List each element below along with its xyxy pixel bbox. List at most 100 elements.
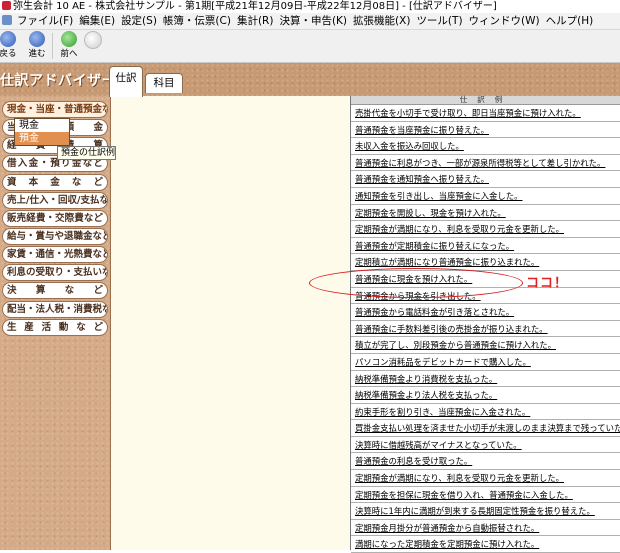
category-interest[interactable]: 利息の受取り・支払いなど: [2, 264, 108, 281]
menu-books[interactable]: 帳簿・伝票(C): [160, 13, 234, 29]
example-link[interactable]: 普通預金が定期積金に振り替えになった。: [355, 241, 514, 251]
window-title: 弥生会計 10 AE - 株式会社サンプル - 第1期[平成21年12月09日-…: [13, 1, 497, 12]
example-row[interactable]: 普通預金を当座預金に振り替えた。: [351, 122, 620, 139]
subcategory-dropdown[interactable]: 現金 預金: [14, 118, 70, 146]
menu-reports[interactable]: 集計(R): [234, 13, 277, 29]
back-button[interactable]: 戻る: [0, 31, 20, 59]
previous-label: 前へ: [60, 49, 78, 59]
category-capital[interactable]: 資本金など: [2, 174, 108, 191]
category-selling-expenses[interactable]: 販売経費・交際費など: [2, 210, 108, 227]
example-link[interactable]: 普通預金を当座預金に振り替えた。: [355, 125, 489, 135]
menu-help[interactable]: ヘルプ(H): [543, 13, 597, 29]
toolbar: 戻る 進む 前へ: [0, 30, 620, 63]
dropdown-item-deposit[interactable]: 預金: [15, 132, 69, 145]
example-link[interactable]: 売掛代金を小切手で受け取り、即日当座預金に預け入れた。: [355, 108, 581, 118]
example-row[interactable]: 普通預金から電話料金が引き落とされた。: [351, 304, 620, 321]
dropdown-item-cash[interactable]: 現金: [15, 119, 69, 132]
example-row[interactable]: 普通預金の利息を受け取った。: [351, 453, 620, 471]
example-row[interactable]: 通知預金を引き出し、当座預金に入金した。: [351, 188, 620, 205]
example-link[interactable]: 納税準備預金より法人税を支払った。: [355, 390, 497, 400]
forward-button[interactable]: 進む: [24, 31, 50, 59]
previous-button[interactable]: 前へ: [58, 31, 80, 59]
example-row[interactable]: 普通預金に利息がつき、一部が源泉所得税等として差し引かれた。: [351, 155, 620, 172]
category-rent-utilities[interactable]: 家賃・通信・光熱費など: [2, 246, 108, 263]
example-link[interactable]: パソコン消耗品をデビットカードで購入した。: [355, 357, 531, 367]
example-link[interactable]: 定期預金を開設し、現金を預け入れた。: [355, 208, 506, 218]
examples-header: 仕訳例: [351, 96, 620, 105]
category-dividends-taxes[interactable]: 配当・法人税・消費税など: [2, 301, 108, 318]
toolbar-separator: [52, 33, 53, 59]
example-link[interactable]: 普通預金に手数料差引後の売掛金が振り込まれた。: [355, 324, 548, 334]
tooltip: 預金の仕訳例: [57, 146, 116, 160]
category-closing[interactable]: 決算など: [2, 282, 108, 299]
annotation-ellipse: [309, 268, 523, 298]
example-link[interactable]: 約束手形を割り引き、当座預金に入金された。: [355, 407, 530, 417]
category-sidebar: 現金・当座・普通預金など 当座預金 経費精算 借入金・預り金など 資本金など 売…: [0, 96, 111, 550]
example-row[interactable]: 約束手形を割り引き、当座預金に入金された。: [351, 404, 620, 421]
window-titlebar: 弥生会計 10 AE - 株式会社サンプル - 第1期[平成21年12月09日-…: [0, 0, 620, 13]
example-row[interactable]: 決算時に借越残高がマイナスとなっていた。: [351, 437, 620, 454]
menu-file[interactable]: ファイル(F): [14, 13, 76, 29]
menu-bar: ファイル(F) 編集(E) 設定(S) 帳簿・伝票(C) 集計(R) 決算・申告(K) 拡張…: [0, 13, 620, 30]
back-arrow-icon: [0, 31, 16, 47]
example-link[interactable]: 普通預金から電話料金が引き落とされた。: [355, 307, 514, 317]
menu-edit[interactable]: 編集(E): [76, 13, 118, 29]
example-row[interactable]: 満期になった定期積金を定期預金に預け入れた。: [351, 536, 620, 553]
gray-circle-icon: [84, 31, 102, 49]
category-salaries[interactable]: 給与・賞与や退職金など: [2, 228, 108, 245]
example-row[interactable]: 普通預金が定期積金に振り替えになった。: [351, 238, 620, 255]
example-row[interactable]: 普通預金を通知預金へ振り替えた。: [351, 171, 620, 188]
tab-account[interactable]: 科目: [145, 73, 183, 93]
example-row[interactable]: 定期預金月掛分が普通預金から自動振替された。: [351, 520, 620, 537]
example-row[interactable]: 納税準備預金より法人税を支払った。: [351, 387, 620, 404]
example-row[interactable]: 納税準備預金より消費税を支払った。: [351, 371, 620, 388]
example-row[interactable]: 定期預金を開設し、現金を預け入れた。: [351, 205, 620, 222]
example-row[interactable]: 未収入金を振込み回収した。: [351, 138, 620, 155]
example-row[interactable]: 売掛代金を小切手で受け取り、即日当座預金に預け入れた。: [351, 105, 620, 122]
example-link[interactable]: 未収入金を振込み回収した。: [355, 141, 464, 151]
examples-rows: 売掛代金を小切手で受け取り、即日当座預金に預け入れた。 普通預金を当座預金に振り替…: [351, 105, 620, 553]
menu-closing[interactable]: 決算・申告(K): [276, 13, 350, 29]
app-icon: [2, 1, 11, 10]
example-link[interactable]: 定期預金が満期になり、利息を受取り元金を更新した。: [355, 473, 564, 483]
example-row[interactable]: パソコン消耗品をデビットカードで購入した。: [351, 354, 620, 371]
example-link[interactable]: 納税準備預金より消費税を支払った。: [355, 374, 497, 384]
example-link[interactable]: 積立が完了し、別段預金から普通預金に預け入れた。: [355, 340, 556, 350]
tab-journal[interactable]: 仕訳: [109, 66, 143, 97]
example-link[interactable]: 普通預金に利息がつき、一部が源泉所得税等として差し引かれた。: [355, 158, 605, 168]
example-link[interactable]: 定期預金月掛分が普通預金から自動振替された。: [355, 523, 539, 533]
example-row[interactable]: 積立が完了し、別段預金から普通預金に預け入れた。: [351, 337, 620, 354]
forward-arrow-icon: [29, 31, 45, 47]
example-link[interactable]: 買掛金支払い処理を済ませた小切手が未渡しのまま決算まで残っていた。: [355, 423, 620, 433]
example-link[interactable]: 定期預金を担保に現金を借り入れ、普通預金に入金した。: [355, 490, 573, 500]
menu-settings[interactable]: 設定(S): [118, 13, 160, 29]
example-link[interactable]: 決算時に借越残高がマイナスとなっていた。: [355, 440, 522, 450]
menu-extensions[interactable]: 拡張機能(X): [350, 13, 413, 29]
example-row[interactable]: 普通預金に手数料差引後の売掛金が振り込まれた。: [351, 321, 620, 338]
example-link[interactable]: 普通預金を通知預金へ振り替えた。: [355, 174, 489, 184]
green-circle-icon: [61, 31, 77, 47]
disabled-toolbar-button[interactable]: [84, 31, 102, 51]
forward-label: 進む: [28, 49, 46, 59]
example-link[interactable]: 定期預金が満期になり、利息を受取り元金を更新した。: [355, 224, 564, 234]
example-link[interactable]: 通知預金を引き出し、当座預金に入金した。: [355, 191, 523, 201]
category-production[interactable]: 生産活動など: [2, 319, 108, 336]
example-row[interactable]: 決算時に1年内に満期が到来する長期固定性預金を振り替えた。: [351, 503, 620, 520]
example-row[interactable]: 定期預金が満期になり、利息を受取り元金を更新した。: [351, 221, 620, 238]
example-link[interactable]: 決算時に1年内に満期が到来する長期固定性預金を振り替えた。: [355, 506, 595, 516]
example-row[interactable]: 定期預金を担保に現金を借り入れ、普通預金に入金した。: [351, 487, 620, 504]
category-sales-purchases[interactable]: 売上/仕入・回収/支払など: [2, 192, 108, 209]
example-row[interactable]: 買掛金支払い処理を済ませた小切手が未渡しのまま決算まで残っていた。: [351, 420, 620, 437]
annotation-text: ココ！: [526, 276, 569, 291]
category-cash-deposits[interactable]: 現金・当座・普通預金など: [2, 101, 108, 118]
example-link[interactable]: 普通預金の利息を受け取った。: [355, 456, 472, 466]
system-menu-icon[interactable]: [2, 15, 12, 25]
menu-window[interactable]: ウィンドウ(W): [466, 13, 543, 29]
example-link[interactable]: 定期積立が満期になり普通預金に振り込まれた。: [355, 257, 539, 267]
page-title: 仕訳アドバイザー: [0, 73, 116, 89]
examples-list: 仕訳例 売掛代金を小切手で受け取り、即日当座預金に預け入れた。 普通預金を当座預金…: [350, 96, 620, 553]
example-link[interactable]: 満期になった定期積金を定期預金に預け入れた。: [355, 539, 539, 549]
back-label: 戻る: [0, 49, 17, 59]
menu-tools[interactable]: ツール(T): [413, 13, 465, 29]
example-row[interactable]: 定期預金が満期になり、利息を受取り元金を更新した。: [351, 470, 620, 487]
